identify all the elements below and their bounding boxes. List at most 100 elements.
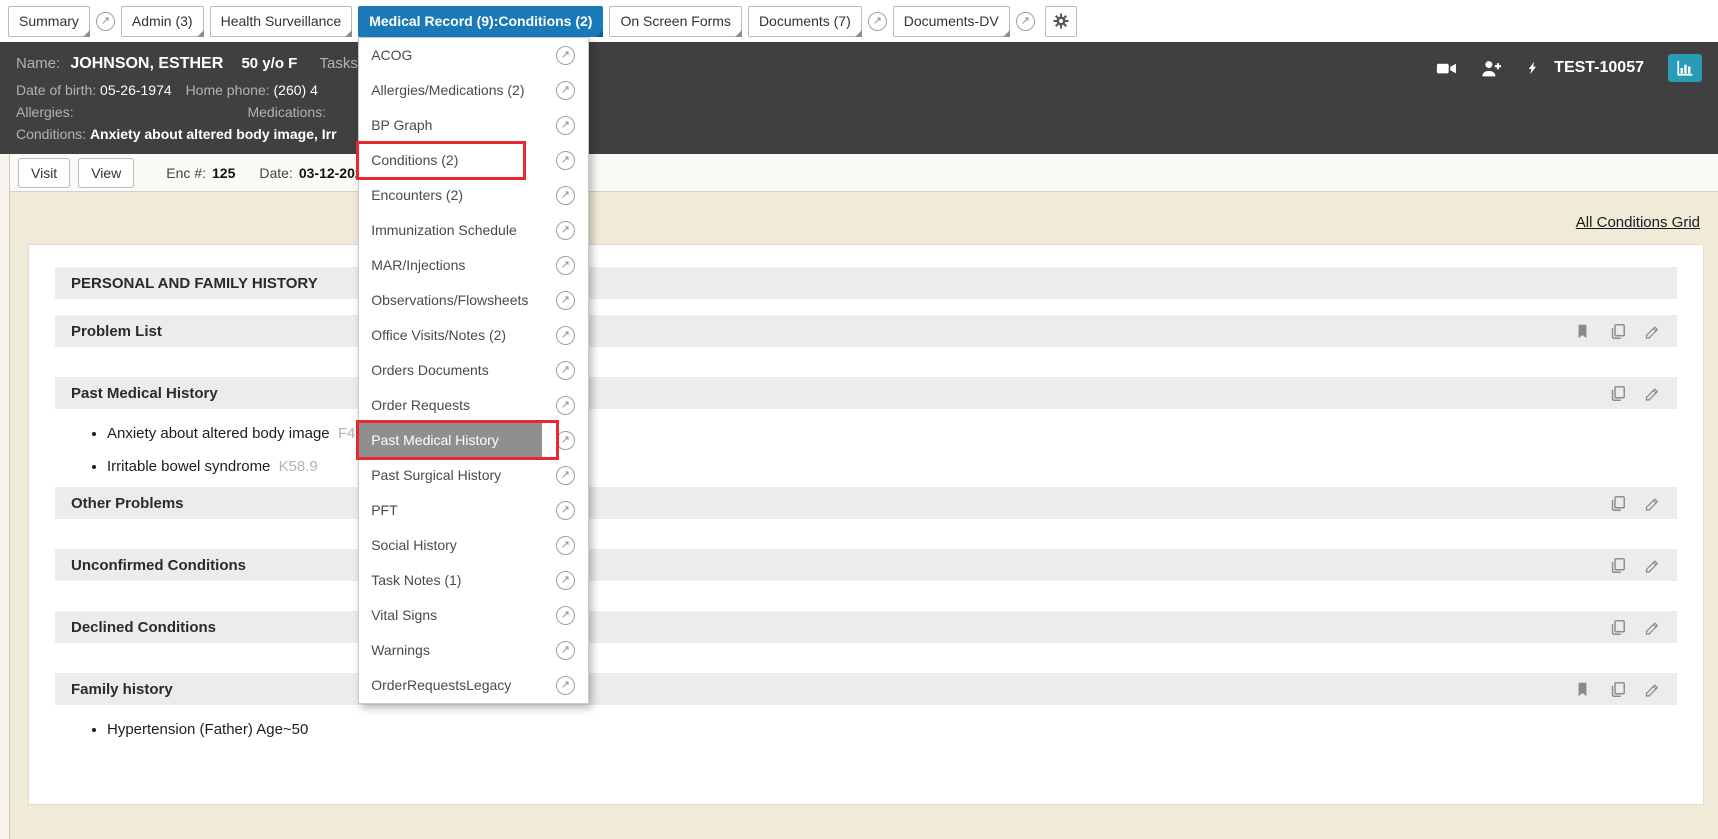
open-new-window-icon[interactable]: ↗ <box>556 116 575 135</box>
section-title: Unconfirmed Conditions <box>71 557 246 574</box>
edit-pencil-icon[interactable] <box>1644 385 1661 402</box>
menu-item-vital-signs[interactable]: Vital Signs ↗ <box>359 598 588 633</box>
medical-record-dropdown: ACOG ↗ Allergies/Medications (2) ↗ BP Gr… <box>358 37 589 704</box>
menu-item-orders-documents[interactable]: Orders Documents ↗ <box>359 353 588 388</box>
banner-dob-row: Date of birth: 05-26-1974 Home phone: (2… <box>16 79 1702 101</box>
open-new-window-icon[interactable]: ↗ <box>556 46 575 65</box>
menu-item-encounters[interactable]: Encounters (2) ↗ <box>359 178 588 213</box>
all-conditions-grid-link[interactable]: All Conditions Grid <box>1576 214 1700 231</box>
open-new-window-icon[interactable]: ↗ <box>556 396 575 415</box>
banner-actions: TEST-10057 <box>1436 54 1702 82</box>
bookmark-icon[interactable] <box>1574 681 1591 698</box>
patient-banner: Name: JOHNSON, ESTHER 50 y/o F Tasks Dat… <box>0 42 1718 154</box>
tab-medical-record[interactable]: Medical Record (9):Conditions (2) ACOG ↗… <box>358 6 603 37</box>
family-history-item: Hypertension (Father) Age~50 <box>107 721 1677 738</box>
menu-item-pft[interactable]: PFT ↗ <box>359 493 588 528</box>
tab-admin-label: Admin (3) <box>132 13 193 29</box>
open-new-window-icon[interactable]: ↗ <box>868 12 887 31</box>
copy-icon[interactable] <box>1609 557 1626 574</box>
menu-item-past-surgical-history[interactable]: Past Surgical History ↗ <box>359 458 588 493</box>
menu-item-bp-graph[interactable]: BP Graph ↗ <box>359 108 588 143</box>
dob-label: Date of birth: <box>16 82 96 98</box>
view-button[interactable]: View <box>78 158 134 188</box>
open-new-window-icon[interactable]: ↗ <box>556 81 575 100</box>
tab-health-surveillance-label: Health Surveillance <box>221 13 342 29</box>
section-personal-and-family-history: PERSONAL AND FAMILY HISTORY <box>55 267 1677 299</box>
copy-icon[interactable] <box>1609 681 1626 698</box>
menu-item-allergies-medications[interactable]: Allergies/Medications (2) ↗ <box>359 73 588 108</box>
medications-label: Medications: <box>247 104 326 120</box>
copy-icon[interactable] <box>1609 619 1626 636</box>
menu-item-observations-flowsheets[interactable]: Observations/Flowsheets ↗ <box>359 283 588 318</box>
tab-summary[interactable]: Summary <box>8 6 90 37</box>
tab-documents-dv[interactable]: Documents-DV <box>893 6 1010 37</box>
open-new-window-icon[interactable]: ↗ <box>556 256 575 275</box>
menu-item-task-notes[interactable]: Task Notes (1) ↗ <box>359 563 588 598</box>
menu-item-warnings[interactable]: Warnings ↗ <box>359 633 588 668</box>
open-new-window-icon[interactable]: ↗ <box>556 466 575 485</box>
menu-item-conditions[interactable]: Conditions (2) ↗ <box>359 143 588 178</box>
tab-on-screen-forms-label: On Screen Forms <box>620 13 730 29</box>
copy-icon[interactable] <box>1609 385 1626 402</box>
open-new-window-icon[interactable]: ↗ <box>556 221 575 240</box>
patient-age-sex: 50 y/o F <box>241 55 297 72</box>
section-unconfirmed-conditions: Unconfirmed Conditions <box>55 549 1677 581</box>
open-new-window-icon[interactable]: ↗ <box>556 361 575 380</box>
settings-gear-button[interactable] <box>1045 6 1077 37</box>
menu-item-acog[interactable]: ACOG ↗ <box>359 38 588 73</box>
tab-documents[interactable]: Documents (7) <box>748 6 862 37</box>
menu-item-immunization-schedule[interactable]: Immunization Schedule ↗ <box>359 213 588 248</box>
copy-icon[interactable] <box>1609 495 1626 512</box>
lower-area: Visit View Enc #: 125 Date: 03-12-2025 A… <box>0 154 1718 839</box>
section-title: Family history <box>71 681 173 698</box>
open-new-window-icon[interactable]: ↗ <box>556 536 575 555</box>
video-camera-icon[interactable] <box>1436 58 1457 79</box>
chart-stats-button[interactable] <box>1668 54 1702 82</box>
open-new-window-icon[interactable]: ↗ <box>556 186 575 205</box>
open-new-window-icon[interactable]: ↗ <box>1016 12 1035 31</box>
copy-icon[interactable] <box>1609 323 1626 340</box>
edit-pencil-icon[interactable] <box>1644 557 1661 574</box>
lightning-icon[interactable] <box>1526 58 1540 78</box>
banner-allergies-row: Allergies: Medications: <box>16 101 1702 123</box>
menu-item-mar-injections[interactable]: MAR/Injections ↗ <box>359 248 588 283</box>
menu-item-office-visits-notes[interactable]: Office Visits/Notes (2) ↗ <box>359 318 588 353</box>
tab-bar: Summary ↗ Admin (3) Health Surveillance … <box>0 0 1718 42</box>
enc-number-value: 125 <box>212 165 235 181</box>
open-new-window-icon[interactable]: ↗ <box>556 676 575 695</box>
tab-documents-label: Documents (7) <box>759 13 851 29</box>
visit-button[interactable]: Visit <box>18 158 70 188</box>
edit-pencil-icon[interactable] <box>1644 495 1661 512</box>
edit-pencil-icon[interactable] <box>1644 323 1661 340</box>
open-new-window-icon[interactable]: ↗ <box>556 326 575 345</box>
edit-pencil-icon[interactable] <box>1644 619 1661 636</box>
menu-item-past-medical-history[interactable]: Past Medical History ↗ <box>359 423 588 458</box>
left-rail <box>0 154 10 839</box>
open-new-window-icon[interactable]: ↗ <box>556 606 575 625</box>
home-phone-label: Home phone: <box>186 82 270 98</box>
tab-admin[interactable]: Admin (3) <box>121 6 204 37</box>
open-new-window-icon[interactable]: ↗ <box>556 151 575 170</box>
open-new-window-icon[interactable]: ↗ <box>556 501 575 520</box>
section-declined-conditions: Declined Conditions <box>55 611 1677 643</box>
open-new-window-icon[interactable]: ↗ <box>556 571 575 590</box>
open-new-window-icon[interactable]: ↗ <box>556 291 575 310</box>
section-family-history: Family history <box>55 673 1677 705</box>
open-new-window-icon[interactable]: ↗ <box>556 431 575 450</box>
edit-pencil-icon[interactable] <box>1644 681 1661 698</box>
bar-chart-icon <box>1676 59 1694 77</box>
tab-summary-label: Summary <box>19 13 79 29</box>
add-person-icon[interactable] <box>1481 58 1502 79</box>
encounter-toolbar: Visit View Enc #: 125 Date: 03-12-2025 <box>10 154 1718 192</box>
personal-family-history-card: PERSONAL AND FAMILY HISTORY Problem List… <box>28 244 1704 805</box>
tab-health-surveillance[interactable]: Health Surveillance <box>210 6 353 37</box>
patient-id: TEST-10057 <box>1554 59 1644 77</box>
menu-item-order-requests[interactable]: Order Requests ↗ <box>359 388 588 423</box>
name-label: Name: <box>16 55 60 72</box>
menu-item-orderrequestslegacy[interactable]: OrderRequestsLegacy ↗ <box>359 668 588 703</box>
bookmark-icon[interactable] <box>1574 323 1591 340</box>
open-new-window-icon[interactable]: ↗ <box>556 641 575 660</box>
menu-item-social-history[interactable]: Social History ↗ <box>359 528 588 563</box>
open-new-window-icon[interactable]: ↗ <box>96 12 115 31</box>
tab-on-screen-forms[interactable]: On Screen Forms <box>609 6 741 37</box>
